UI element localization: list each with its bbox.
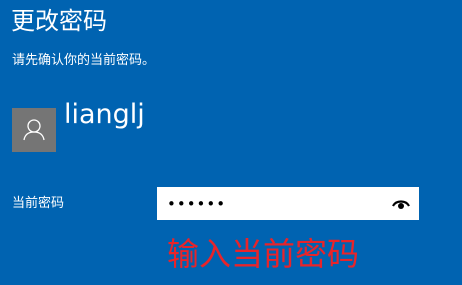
reveal-password-button[interactable]	[388, 191, 414, 216]
annotation-text: 输入当前密码	[167, 235, 360, 273]
person-icon	[23, 119, 45, 141]
current-password-input[interactable]	[158, 188, 380, 219]
current-password-field	[157, 187, 419, 220]
avatar	[12, 108, 56, 152]
page-subtitle: 请先确认你的当前密码。	[12, 53, 156, 68]
username: lianglj	[64, 99, 145, 130]
eye-icon	[392, 200, 410, 209]
page-title: 更改密码	[11, 7, 107, 35]
current-password-label: 当前密码	[12, 196, 65, 211]
